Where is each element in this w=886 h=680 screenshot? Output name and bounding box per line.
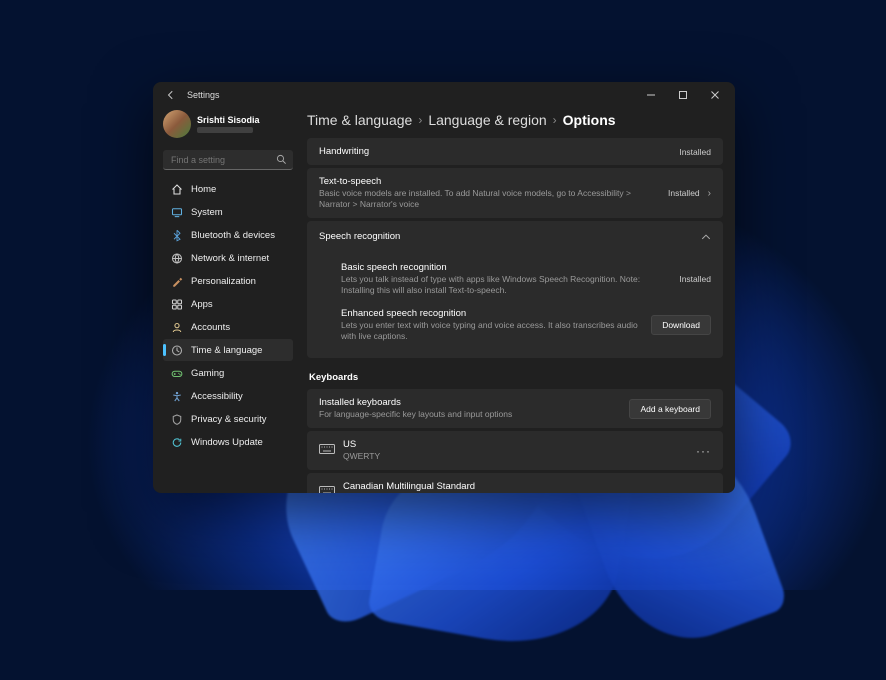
- sidebar-item-label: Home: [191, 184, 216, 195]
- sidebar-item-home[interactable]: Home: [163, 178, 293, 200]
- search-icon: [276, 154, 287, 165]
- privacy-icon: [171, 413, 183, 425]
- text-to-speech-card[interactable]: Text-to-speech Basic voice models are in…: [307, 168, 723, 218]
- sidebar-item-label: Time & language: [191, 345, 262, 356]
- sidebar-item-label: Accounts: [191, 322, 230, 333]
- keyboard-layout: QWERTY: [343, 451, 686, 462]
- gaming-icon: [171, 367, 183, 379]
- maximize-button[interactable]: [667, 82, 699, 108]
- minimize-button[interactable]: [635, 82, 667, 108]
- sidebar-item-personalization[interactable]: Personalization: [163, 270, 293, 292]
- card-description: Basic voice models are installed. To add…: [319, 188, 658, 210]
- personalization-icon: [171, 275, 183, 287]
- apps-icon: [171, 298, 183, 310]
- card-title: Speech recognition: [319, 231, 693, 242]
- enhanced-speech-row: Enhanced speech recognition Lets you ent…: [341, 302, 711, 348]
- breadcrumb: Time & language › Language & region › Op…: [307, 112, 723, 128]
- profile-block[interactable]: Srishti Sisodia: [163, 108, 293, 146]
- chevron-up-icon: [701, 232, 711, 242]
- download-button[interactable]: Download: [651, 315, 711, 335]
- keyboard-row[interactable]: Canadian Multilingual StandardQWERTY···: [307, 473, 723, 493]
- keyboard-icon: [319, 486, 333, 493]
- basic-speech-row: Basic speech recognition Lets you talk i…: [341, 256, 711, 302]
- update-icon: [171, 436, 183, 448]
- speech-recognition-card: Speech recognition Basic speech recognit…: [307, 221, 723, 358]
- sidebar-item-privacy[interactable]: Privacy & security: [163, 408, 293, 430]
- sidebar-item-label: Accessibility: [191, 391, 243, 402]
- chevron-right-icon: ›: [553, 113, 557, 127]
- sidebar-item-update[interactable]: Windows Update: [163, 431, 293, 453]
- settings-window: Settings Srishti Sisodia Home System Bluet…: [153, 82, 735, 493]
- sidebar-item-label: Gaming: [191, 368, 224, 379]
- card-title: Installed keyboards: [319, 397, 629, 408]
- system-icon: [171, 206, 183, 218]
- sidebar-item-label: Bluetooth & devices: [191, 230, 275, 241]
- profile-name: Srishti Sisodia: [197, 115, 260, 125]
- sidebar-item-apps[interactable]: Apps: [163, 293, 293, 315]
- sidebar-item-network[interactable]: Network & internet: [163, 247, 293, 269]
- keyboard-icon: [319, 444, 333, 458]
- profile-email-redacted: [197, 127, 253, 133]
- sidebar-item-label: Windows Update: [191, 437, 263, 448]
- chevron-right-icon: ›: [418, 113, 422, 127]
- more-button[interactable]: ···: [696, 486, 711, 493]
- window-title: Settings: [187, 90, 220, 100]
- main-content: Time & language › Language & region › Op…: [299, 108, 735, 493]
- status-label: Installed: [679, 274, 711, 284]
- row-description: Lets you talk instead of type with apps …: [341, 274, 659, 296]
- accounts-icon: [171, 321, 183, 333]
- status-label: Installed: [679, 147, 711, 157]
- sidebar-item-label: System: [191, 207, 223, 218]
- card-title: Handwriting: [319, 146, 669, 157]
- add-keyboard-button[interactable]: Add a keyboard: [629, 399, 711, 419]
- sidebar-item-gaming[interactable]: Gaming: [163, 362, 293, 384]
- sidebar-item-label: Apps: [191, 299, 213, 310]
- sidebar-item-bluetooth[interactable]: Bluetooth & devices: [163, 224, 293, 246]
- breadcrumb-time-language[interactable]: Time & language: [307, 112, 412, 128]
- arrow-left-icon: [166, 90, 176, 100]
- sidebar: Srishti Sisodia Home System Bluetooth & de…: [153, 108, 299, 493]
- more-button[interactable]: ···: [696, 444, 711, 458]
- keyboard-name: US: [343, 439, 686, 450]
- row-title: Basic speech recognition: [341, 262, 659, 273]
- bluetooth-icon: [171, 229, 183, 241]
- keyboards-heading: Keyboards: [309, 372, 723, 383]
- breadcrumb-current: Options: [563, 112, 616, 128]
- search-input[interactable]: [163, 150, 293, 170]
- titlebar: Settings: [153, 82, 735, 108]
- keyboard-row[interactable]: USQWERTY ···: [307, 431, 723, 470]
- time-icon: [171, 344, 183, 356]
- keyboard-name: Canadian Multilingual Standard: [343, 481, 686, 492]
- sidebar-item-system[interactable]: System: [163, 201, 293, 223]
- back-button[interactable]: [163, 87, 179, 103]
- sidebar-item-label: Personalization: [191, 276, 256, 287]
- nav-list: Home System Bluetooth & devices Network & i…: [163, 178, 293, 453]
- installed-keyboards-card: Installed keyboards For language-specifi…: [307, 389, 723, 428]
- sidebar-item-accounts[interactable]: Accounts: [163, 316, 293, 338]
- home-icon: [171, 183, 183, 195]
- speech-recognition-header[interactable]: Speech recognition: [307, 221, 723, 252]
- row-description: Lets you enter text with voice typing an…: [341, 320, 641, 342]
- breadcrumb-language-region[interactable]: Language & region: [428, 112, 546, 128]
- sidebar-item-label: Privacy & security: [191, 414, 267, 425]
- chevron-right-icon: ›: [708, 188, 711, 199]
- search-box[interactable]: [163, 150, 293, 170]
- sidebar-item-label: Network & internet: [191, 253, 269, 264]
- close-button[interactable]: [699, 82, 731, 108]
- card-description: For language-specific key layouts and in…: [319, 409, 629, 420]
- accessibility-icon: [171, 390, 183, 402]
- avatar: [163, 110, 191, 138]
- row-title: Enhanced speech recognition: [341, 308, 641, 319]
- sidebar-item-time[interactable]: Time & language: [163, 339, 293, 361]
- handwriting-card[interactable]: Handwriting Installed: [307, 138, 723, 165]
- card-title: Text-to-speech: [319, 176, 658, 187]
- status-label: Installed: [668, 188, 700, 198]
- network-icon: [171, 252, 183, 264]
- sidebar-item-accessibility[interactable]: Accessibility: [163, 385, 293, 407]
